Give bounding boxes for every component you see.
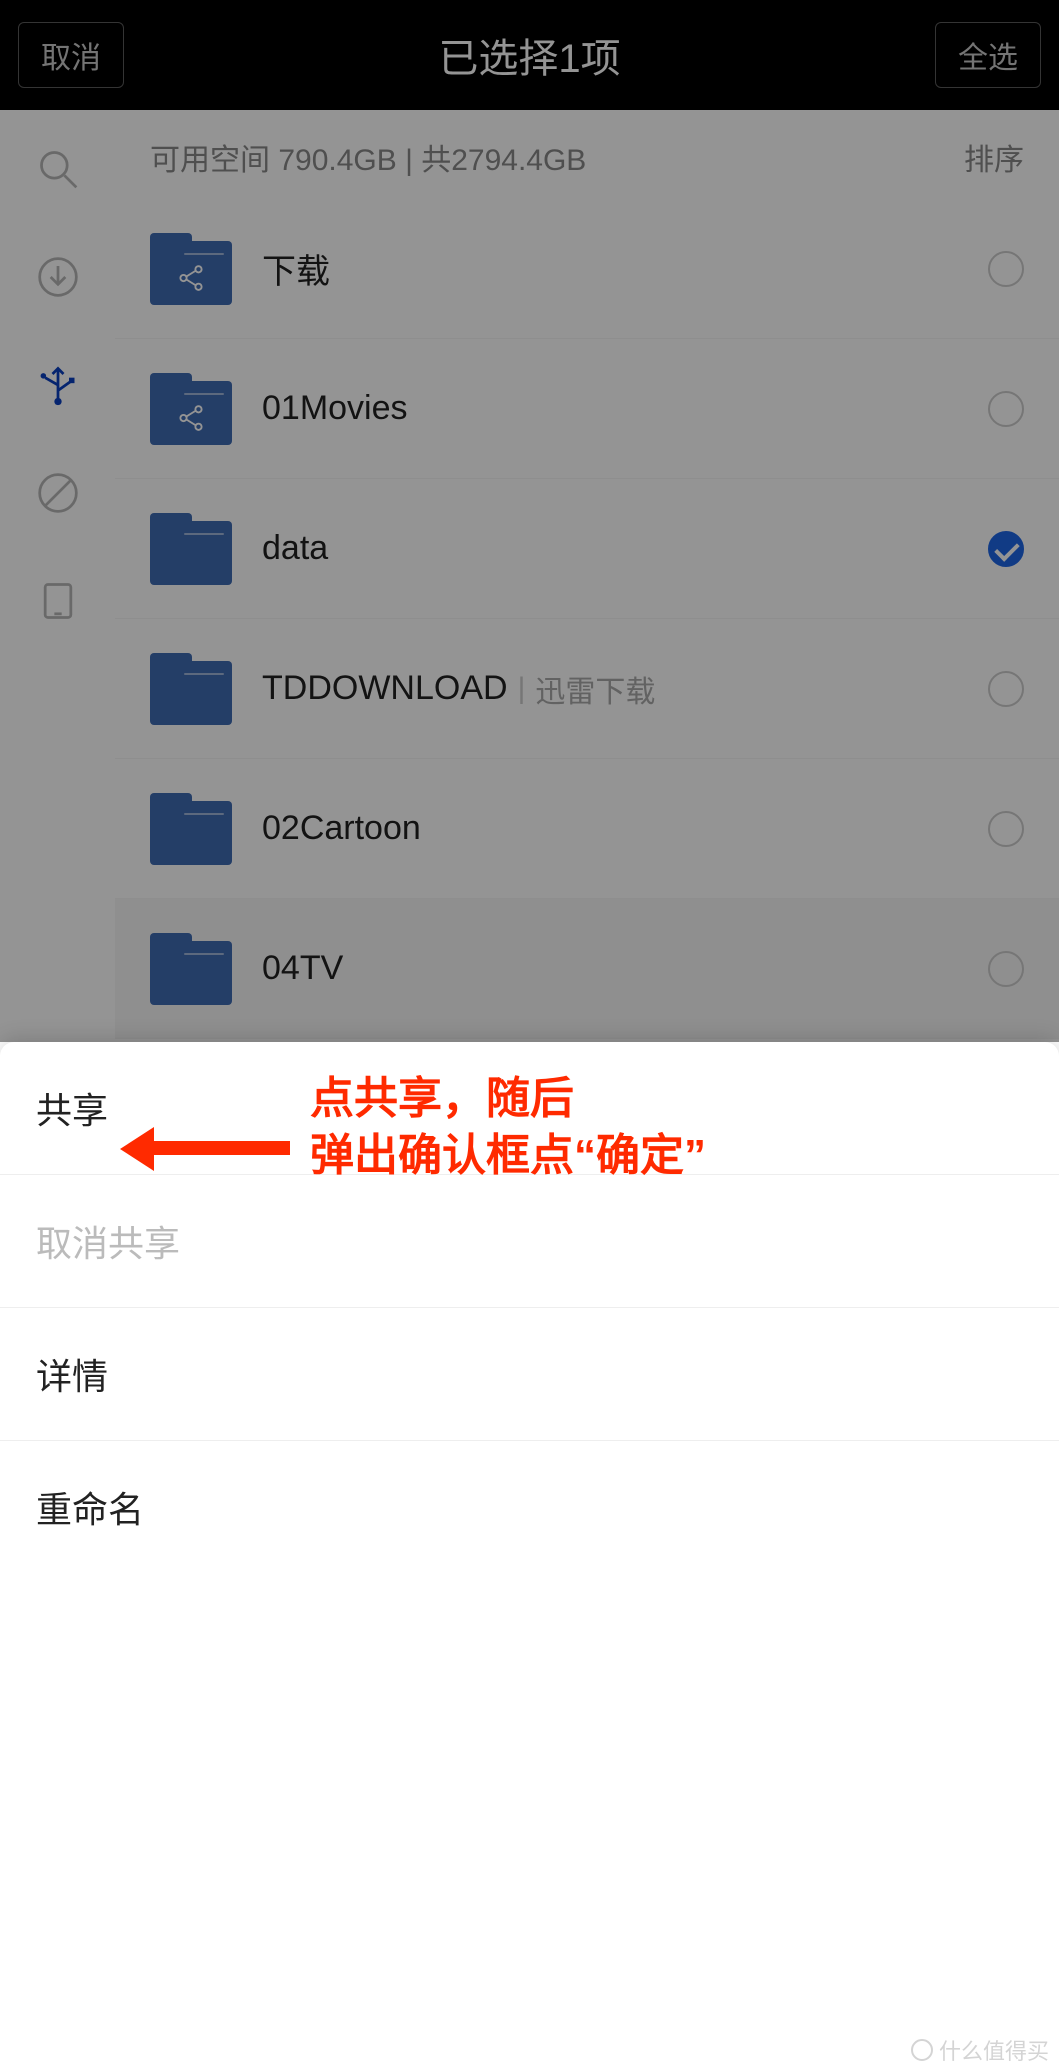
folder-row[interactable]: 01Movies <box>115 339 1059 479</box>
select-checkbox[interactable] <box>988 391 1024 427</box>
details-option[interactable]: 详情 <box>0 1308 1059 1441</box>
folder-shared-icon <box>150 373 232 445</box>
search-icon[interactable] <box>34 145 82 193</box>
disabled-icon[interactable] <box>34 469 82 517</box>
folder-subtitle: 迅雷下载 <box>535 667 655 711</box>
select-checkbox[interactable] <box>988 251 1024 287</box>
folder-list: 下载 01Movies data <box>115 199 1059 1039</box>
sidebar <box>0 110 115 1040</box>
select-checkbox[interactable] <box>988 531 1024 567</box>
folder-name: TDDOWNLOAD <box>262 669 508 708</box>
folder-name: data <box>262 529 328 568</box>
folder-row[interactable]: 下载 <box>115 199 1059 339</box>
folder-name: 下载 <box>262 244 330 293</box>
share-option[interactable]: 共享 <box>0 1042 1059 1175</box>
select-checkbox[interactable] <box>988 671 1024 707</box>
folder-name: 01Movies <box>262 389 408 428</box>
separator: | <box>518 672 526 706</box>
watermark: 什么值得买 <box>911 2034 1049 2066</box>
unshare-option[interactable]: 取消共享 <box>0 1175 1059 1308</box>
folder-shared-icon <box>150 233 232 305</box>
folder-name: 02Cartoon <box>262 809 421 848</box>
select-checkbox[interactable] <box>988 811 1024 847</box>
folder-icon <box>150 513 232 585</box>
content-area: 可用空间 790.4GB | 共2794.4GB 排序 下载 01Movies <box>115 110 1059 1039</box>
folder-row[interactable]: 02Cartoon <box>115 759 1059 899</box>
folder-icon <box>150 653 232 725</box>
download-icon[interactable] <box>34 253 82 301</box>
folder-row[interactable]: 04TV <box>115 899 1059 1039</box>
cancel-button[interactable]: 取消 <box>18 22 124 88</box>
action-sheet: 共享 取消共享 详情 重命名 <box>0 1042 1059 2072</box>
storage-text: 可用空间 790.4GB | 共2794.4GB <box>150 135 586 179</box>
folder-row[interactable]: TDDOWNLOAD | 迅雷下载 <box>115 619 1059 759</box>
sort-button[interactable]: 排序 <box>964 135 1024 179</box>
tablet-icon[interactable] <box>34 577 82 625</box>
selection-header: 取消 已选择1项 全选 <box>0 0 1059 110</box>
folder-name: 04TV <box>262 949 343 988</box>
selection-title: 已选择1项 <box>124 26 935 84</box>
folder-row[interactable]: data <box>115 479 1059 619</box>
usb-icon[interactable] <box>34 361 82 409</box>
select-checkbox[interactable] <box>988 951 1024 987</box>
select-all-button[interactable]: 全选 <box>935 22 1041 88</box>
thumb-icon <box>911 2039 933 2061</box>
storage-row: 可用空间 790.4GB | 共2794.4GB 排序 <box>115 110 1059 199</box>
folder-icon <box>150 933 232 1005</box>
rename-option[interactable]: 重命名 <box>0 1441 1059 1573</box>
folder-icon <box>150 793 232 865</box>
